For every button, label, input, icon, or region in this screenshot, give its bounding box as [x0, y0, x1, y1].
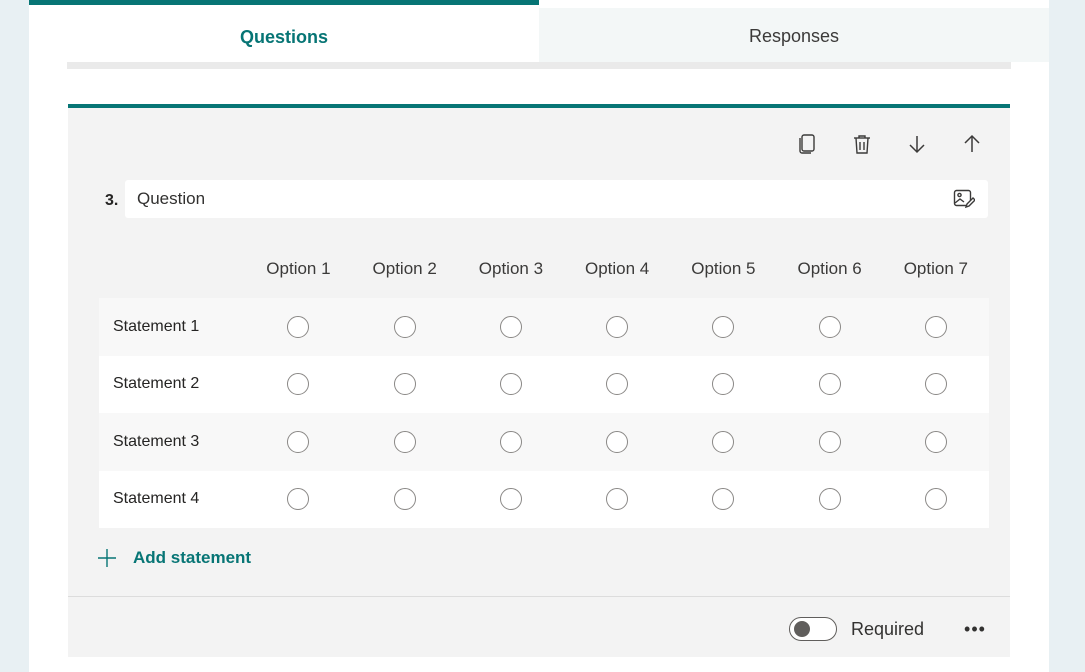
statement-row: Statement 2 — [99, 355, 989, 413]
arrow-up-icon — [964, 134, 980, 152]
divider-strip — [67, 62, 1011, 69]
question-number: 3. — [105, 192, 119, 209]
statement-label[interactable]: Statement 3 — [99, 433, 245, 451]
question-toolbar — [795, 132, 984, 156]
statement-label[interactable]: Statement 4 — [99, 490, 245, 508]
required-toggle[interactable] — [789, 617, 837, 641]
question-input[interactable]: Question — [125, 180, 988, 218]
radio-button[interactable] — [606, 488, 629, 511]
statement-label[interactable]: Statement 1 — [99, 318, 245, 336]
toggle-knob — [794, 621, 810, 637]
option-header[interactable]: Option 5 — [670, 259, 776, 279]
radio-button[interactable] — [712, 488, 735, 511]
radio-button[interactable] — [393, 373, 416, 396]
radio-button[interactable] — [499, 430, 522, 453]
option-header[interactable]: Option 3 — [458, 259, 564, 279]
statement-row: Statement 4 — [99, 470, 989, 528]
radio-button[interactable] — [393, 430, 416, 453]
radio-button[interactable] — [712, 430, 735, 453]
radio-button[interactable] — [712, 373, 735, 396]
radio-button[interactable] — [818, 430, 841, 453]
radio-button[interactable] — [606, 430, 629, 453]
radio-button[interactable] — [606, 315, 629, 338]
option-header[interactable]: Option 7 — [883, 259, 989, 279]
insert-media-button[interactable] — [952, 187, 976, 211]
image-edit-icon — [953, 189, 975, 209]
delete-question-button[interactable] — [850, 132, 874, 156]
statement-row: Statement 1 — [99, 298, 989, 356]
tab-questions[interactable]: Questions — [29, 0, 539, 62]
plus-icon — [98, 549, 116, 567]
question-card: 3. Question Option 1 Option 2 Option 3 O… — [68, 104, 1010, 657]
radio-button[interactable] — [606, 373, 629, 396]
radio-button[interactable] — [499, 373, 522, 396]
grid-header-row: Option 1 Option 2 Option 3 Option 4 Opti… — [99, 240, 989, 298]
form-editor-panel: Questions Responses 3. Question Option 1… — [29, 0, 1049, 672]
radio-button[interactable] — [712, 315, 735, 338]
radio-button[interactable] — [393, 315, 416, 338]
radio-button[interactable] — [499, 315, 522, 338]
statement-row: Statement 3 — [99, 413, 989, 471]
add-statement-button[interactable]: Add statement — [97, 548, 251, 568]
radio-button[interactable] — [924, 315, 947, 338]
radio-button[interactable] — [924, 488, 947, 511]
required-label: Required — [851, 618, 925, 639]
radio-button[interactable] — [287, 488, 310, 511]
radio-button[interactable] — [287, 315, 310, 338]
move-up-button[interactable] — [960, 132, 984, 156]
radio-button[interactable] — [818, 373, 841, 396]
footer-divider — [68, 596, 1010, 597]
radio-button[interactable] — [924, 430, 947, 453]
copy-icon — [799, 134, 815, 154]
move-down-button[interactable] — [905, 132, 929, 156]
radio-button[interactable] — [924, 373, 947, 396]
option-header[interactable]: Option 1 — [245, 259, 351, 279]
delete-icon — [854, 135, 870, 154]
radio-button[interactable] — [818, 315, 841, 338]
required-control: Required — [789, 617, 924, 641]
statement-label[interactable]: Statement 2 — [99, 375, 245, 393]
radio-button[interactable] — [287, 373, 310, 396]
more-options-button[interactable]: ••• — [963, 617, 987, 641]
option-header[interactable]: Option 4 — [564, 259, 670, 279]
option-header[interactable]: Option 6 — [776, 259, 882, 279]
question-placeholder: Question — [137, 189, 206, 208]
radio-button[interactable] — [818, 488, 841, 511]
likert-grid: Option 1 Option 2 Option 3 Option 4 Opti… — [99, 240, 989, 528]
radio-button[interactable] — [499, 488, 522, 511]
more-icon: ••• — [964, 618, 986, 639]
add-statement-label: Add statement — [133, 548, 252, 567]
option-header[interactable]: Option 2 — [352, 259, 458, 279]
tab-bar: Questions Responses — [29, 0, 1049, 62]
copy-question-button[interactable] — [795, 132, 819, 156]
radio-button[interactable] — [287, 430, 310, 453]
radio-button[interactable] — [393, 488, 416, 511]
arrow-down-icon — [909, 136, 925, 154]
tab-responses[interactable]: Responses — [539, 8, 1049, 62]
